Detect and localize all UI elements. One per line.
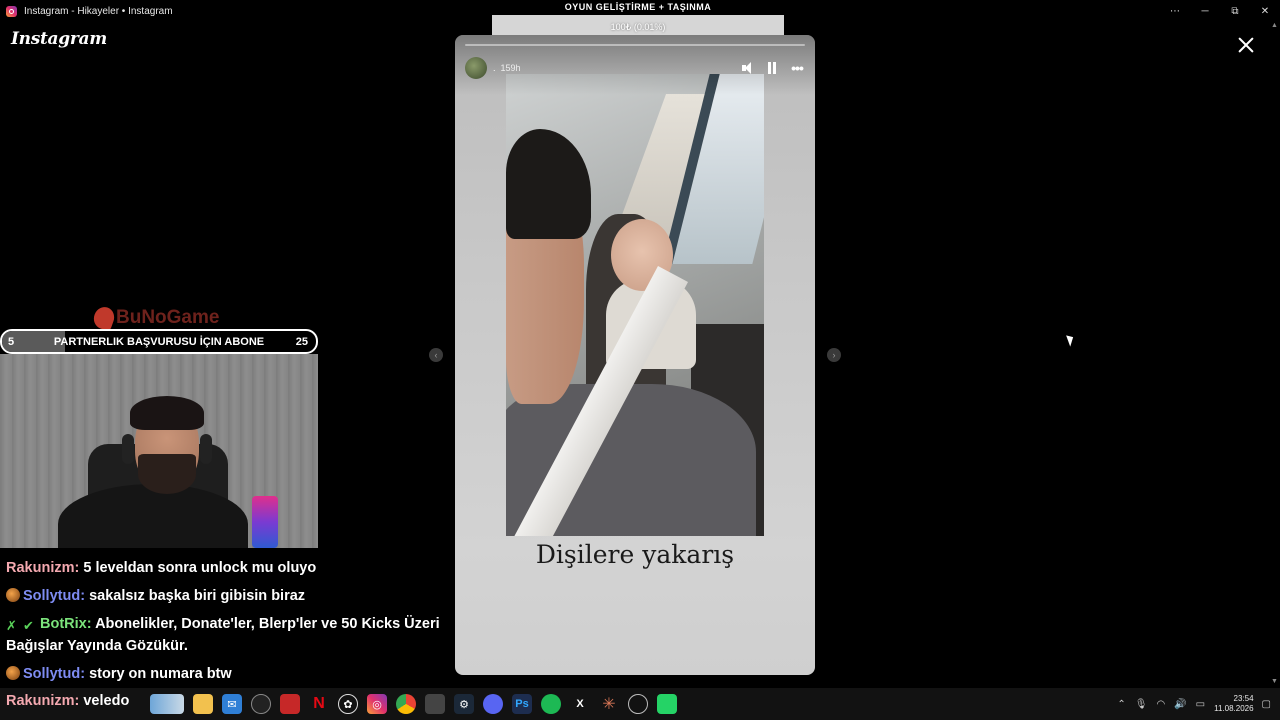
story-time: 159h bbox=[500, 63, 521, 73]
subscriber-target: 25 bbox=[295, 336, 308, 348]
streamer-hair bbox=[130, 396, 204, 430]
webcam-feed bbox=[0, 354, 318, 548]
chat-username[interactable]: Sollytud: bbox=[23, 588, 85, 604]
claude-icon[interactable]: ✳ bbox=[599, 694, 619, 714]
chat-text: sakalsız başka biri gibisin biraz bbox=[89, 588, 306, 604]
story-progress-bar bbox=[465, 44, 805, 46]
more-options-button[interactable]: ⋯ bbox=[1160, 0, 1190, 22]
close-window-button[interactable]: ✕ bbox=[1250, 0, 1280, 22]
clock-time: 23:54 bbox=[1233, 694, 1254, 703]
chat-message: Rakunizm: 5 leveldan sonra unlock mu olu… bbox=[6, 557, 456, 579]
clock[interactable]: 23:54 11.08.2026 bbox=[1214, 694, 1253, 714]
rgb-light bbox=[252, 496, 278, 548]
photoshop-icon[interactable]: Ps bbox=[512, 694, 532, 714]
x-icon[interactable]: X bbox=[570, 694, 590, 714]
subscriber-goal-label: PARTNERLIK BAŞVURUSU İÇIN ABONE bbox=[53, 336, 265, 348]
spider-icon[interactable] bbox=[628, 694, 648, 714]
maximize-button[interactable]: ⧉ bbox=[1220, 0, 1250, 22]
instagram-icon[interactable]: ◎ bbox=[367, 694, 387, 714]
volume-icon[interactable]: 🔊 bbox=[1174, 699, 1186, 710]
chat-text: veledo bbox=[83, 693, 130, 709]
chrome-icon[interactable] bbox=[396, 694, 416, 714]
viewer-badge-icon bbox=[6, 666, 20, 680]
system-tray: ⌃ 🎙 ◠ 🔊 ▭ 23:54 11.08.2026 ▢ bbox=[1117, 688, 1280, 720]
mail-icon[interactable]: ✉ bbox=[222, 694, 242, 714]
window-title: Instagram - Hikayeler • Instagram bbox=[24, 5, 173, 17]
chatgpt-icon[interactable]: ✿ bbox=[338, 694, 358, 714]
chat-message: Sollytud: sakalsız başka biri gibisin bi… bbox=[6, 585, 456, 607]
speedometer-icon[interactable] bbox=[251, 694, 271, 714]
story-controls: ••• bbox=[741, 61, 805, 75]
instagram-logo[interactable]: Instagram bbox=[11, 29, 107, 49]
chat-list: Rakunizm: 5 leveldan sonra unlock mu olu… bbox=[6, 557, 456, 691]
sword-icon: ✗ bbox=[6, 618, 17, 633]
sponsor-name: BuNoGame bbox=[116, 307, 220, 328]
wifi-icon[interactable]: ◠ bbox=[1156, 699, 1165, 710]
whatsapp-icon[interactable] bbox=[657, 694, 677, 714]
more-icon[interactable]: ••• bbox=[789, 61, 805, 75]
taskbar: ✉ N ✿ ◎ ⚙ Ps X ✳ ⌃ 🎙 ◠ 🔊 ▭ 23:54 11.08.2… bbox=[0, 688, 1280, 720]
headphone-right bbox=[200, 434, 212, 464]
chat-username[interactable]: Rakunizm: bbox=[6, 693, 79, 709]
chat-message: Rakunizm: veledo bbox=[6, 693, 129, 709]
notifications-icon[interactable]: ▢ bbox=[1262, 699, 1271, 710]
clock-date: 11.08.2026 bbox=[1214, 704, 1254, 713]
scroll-down-icon[interactable]: ▼ bbox=[1271, 678, 1278, 685]
chat-username[interactable]: Sollytud: bbox=[23, 666, 85, 682]
game-icon[interactable] bbox=[425, 694, 445, 714]
story-caption: Dişilere yakarış bbox=[535, 540, 735, 569]
chat-text: story on numara btw bbox=[89, 666, 232, 682]
sponsor-logo: BuNoGame bbox=[90, 304, 234, 332]
steam-icon[interactable]: ⚙ bbox=[454, 694, 474, 714]
chat-text: 5 leveldan sonra unlock mu oluyo bbox=[83, 560, 317, 576]
story-viewer[interactable]: . 159h ••• Dişilere yakarış bbox=[455, 35, 815, 675]
streamer-beard bbox=[138, 454, 196, 494]
flame-icon bbox=[90, 304, 118, 332]
story-photo bbox=[506, 74, 764, 536]
chat-username[interactable]: Rakunizm: bbox=[6, 560, 79, 576]
mouse-cursor-icon bbox=[1066, 333, 1076, 347]
story-header: . 159h ••• bbox=[465, 57, 805, 79]
microphone-icon[interactable]: 🎙 bbox=[1135, 699, 1148, 710]
pause-icon[interactable] bbox=[765, 61, 779, 75]
netflix-icon[interactable]: N bbox=[309, 694, 329, 714]
close-icon[interactable] bbox=[1233, 33, 1259, 59]
file-explorer-icon[interactable] bbox=[193, 694, 213, 714]
goal-title: OYUN GELİŞTİRME + TAŞINMA bbox=[564, 2, 712, 12]
viewer-badge-icon bbox=[6, 588, 20, 602]
scroll-up-icon[interactable]: ▲ bbox=[1271, 22, 1278, 29]
chat-message: ✗ ✔ BotRix: Abonelikler, Donate'ler, Blerp… bbox=[6, 613, 456, 657]
man-hair bbox=[506, 129, 591, 239]
chat-message: Sollytud: story on numara btw bbox=[6, 663, 456, 685]
story-username[interactable]: . bbox=[493, 63, 496, 73]
instagram-app-icon bbox=[6, 5, 17, 17]
story-avatar[interactable] bbox=[465, 57, 487, 79]
previous-story-button[interactable]: ‹ bbox=[429, 348, 443, 362]
spotify-icon[interactable] bbox=[541, 694, 561, 714]
battery-icon[interactable]: ▭ bbox=[1196, 699, 1205, 710]
minimize-button[interactable]: ─ bbox=[1190, 0, 1220, 22]
media-icon[interactable] bbox=[280, 694, 300, 714]
chevron-up-icon[interactable]: ⌃ bbox=[1117, 699, 1125, 710]
subscriber-goal-bar: 5 PARTNERLIK BAŞVURUSU İÇIN ABONE 25 bbox=[0, 329, 318, 354]
chat-username[interactable]: BotRix: bbox=[40, 616, 92, 632]
window-controls: ⋯ ─ ⧉ ✕ bbox=[1160, 0, 1280, 22]
next-story-button[interactable]: › bbox=[827, 348, 841, 362]
headphone-left bbox=[122, 434, 134, 464]
weather-widget[interactable] bbox=[150, 694, 184, 714]
discord-icon[interactable] bbox=[483, 694, 503, 714]
verified-bot-icon: ✔ bbox=[23, 618, 34, 633]
volume-icon[interactable] bbox=[741, 61, 755, 75]
